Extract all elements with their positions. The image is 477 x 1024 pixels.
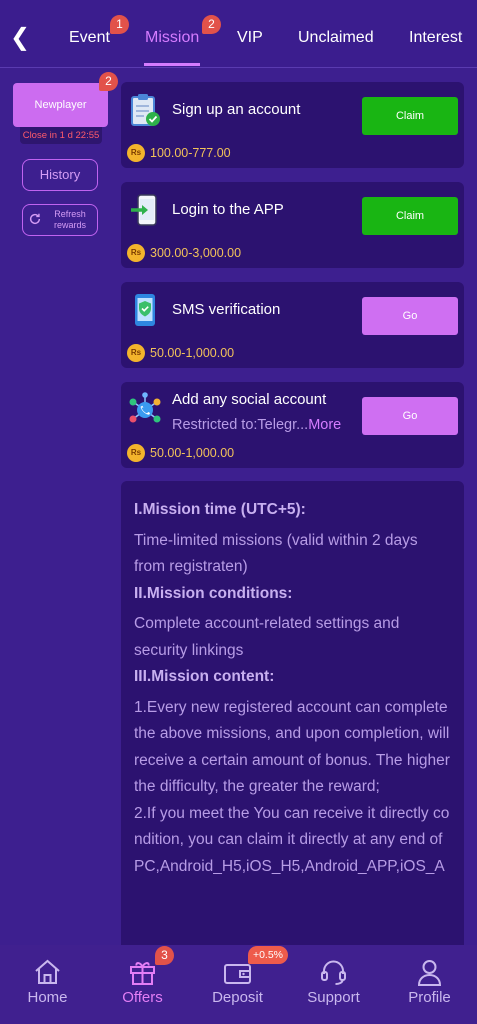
nav-home[interactable]: Home	[0, 945, 95, 1024]
nav-profile[interactable]: Profile	[382, 945, 477, 1024]
restriction-text: Restricted to:Telegr...	[172, 417, 309, 433]
bottom-navigation: Home Offers 3 Deposit Support Profile	[0, 945, 477, 1024]
deposit-bonus-badge: +0.5%	[248, 946, 288, 964]
tab-mission[interactable]: Mission	[145, 29, 199, 47]
mission-title: Login to the APP	[172, 201, 284, 218]
nav-offers-label: Offers	[122, 989, 163, 1006]
rupee-coin-icon: Rs	[127, 344, 145, 362]
go-button[interactable]: Go	[362, 297, 458, 335]
nav-profile-label: Profile	[408, 989, 451, 1006]
rules-heading-content: III.Mission content:	[134, 668, 275, 685]
nav-deposit-label: Deposit	[212, 989, 263, 1006]
newplayer-countdown: Close in 1 d 22:55	[20, 127, 102, 144]
rupee-coin-icon: Rs	[127, 244, 145, 262]
rules-heading-conditions: II.Mission conditions:	[134, 584, 293, 602]
rules-text-time: Time-limited missions (valid within 2 da…	[134, 531, 418, 576]
history-button[interactable]: History	[22, 159, 98, 191]
nav-offers[interactable]: Offers	[95, 945, 190, 1024]
active-tab-indicator	[144, 63, 200, 66]
mission-card-social: Add any social account Restricted to:Tel…	[121, 382, 464, 468]
mission-title: SMS verification	[172, 301, 281, 318]
clipboard-check-icon	[131, 94, 160, 126]
mission-title: Add any social account	[172, 391, 327, 408]
reward-range: 100.00-777.00	[150, 146, 231, 160]
mission-card-signup: Sign up an account Rs 100.00-777.00 Clai…	[121, 82, 464, 168]
tab-vip[interactable]: VIP	[237, 29, 263, 47]
rules-text-content-1: 1.Every new registered account can compl…	[134, 698, 450, 796]
offers-badge: 3	[155, 946, 174, 965]
mission-rules-panel: I.Mission time (UTC+5): Time-limited mis…	[121, 481, 464, 951]
headset-icon	[321, 960, 346, 985]
social-network-icon	[129, 392, 161, 423]
newplayer-badge: 2	[99, 72, 118, 91]
mission-category-sidebar: Newplayer 2 Close in 1 d 22:55 History R…	[0, 68, 120, 948]
nav-support-label: Support	[307, 989, 360, 1006]
refresh-rewards-label: Refresh rewards	[53, 209, 86, 230]
rules-text-conditions: Complete account-related settings and se…	[134, 615, 400, 659]
home-icon	[35, 959, 60, 984]
rupee-coin-icon: Rs	[127, 144, 145, 162]
claim-button[interactable]: Claim	[362, 197, 458, 235]
tab-mission-badge: 2	[202, 15, 221, 34]
refresh-rewards-button[interactable]: Refresh rewards	[22, 204, 98, 236]
mission-card-sms: SMS verification Rs 50.00-1,000.00 Go	[121, 282, 464, 368]
top-navigation-bar: ❮ Event 1 Mission 2 VIP Unclaimed Intere…	[0, 0, 477, 68]
gift-icon	[130, 962, 155, 985]
mission-restriction: Restricted to:Telegr...More	[172, 417, 341, 433]
newplayer-category-button[interactable]: Newplayer	[13, 83, 108, 127]
tab-event-badge: 1	[110, 15, 129, 34]
reward-range: 50.00-1,000.00	[150, 446, 235, 460]
tab-event[interactable]: Event	[69, 29, 110, 47]
claim-button[interactable]: Claim	[362, 97, 458, 135]
nav-home-label: Home	[27, 989, 68, 1006]
rupee-coin-icon: Rs	[127, 444, 145, 462]
go-button[interactable]: Go	[362, 397, 458, 435]
tab-unclaimed[interactable]: Unclaimed	[298, 29, 374, 47]
mission-card-login: Login to the APP Rs 300.00-3,000.00 Clai…	[121, 182, 464, 268]
back-arrow-icon[interactable]: ❮	[10, 24, 34, 52]
profile-icon	[417, 960, 442, 986]
shield-phone-icon	[135, 294, 155, 326]
nav-support[interactable]: Support	[286, 945, 381, 1024]
reward-range: 50.00-1,000.00	[150, 346, 235, 360]
rules-heading-time: I.Mission time (UTC+5):	[134, 501, 306, 518]
phone-login-icon	[131, 194, 157, 226]
rules-text-content-2: 2.If you meet the You can receive it dir…	[134, 804, 450, 875]
mission-title: Sign up an account	[172, 101, 301, 118]
more-link[interactable]: More	[308, 417, 341, 433]
tab-interest[interactable]: Interest	[409, 29, 462, 47]
reward-range: 300.00-3,000.00	[150, 246, 242, 260]
refresh-icon	[29, 213, 41, 225]
